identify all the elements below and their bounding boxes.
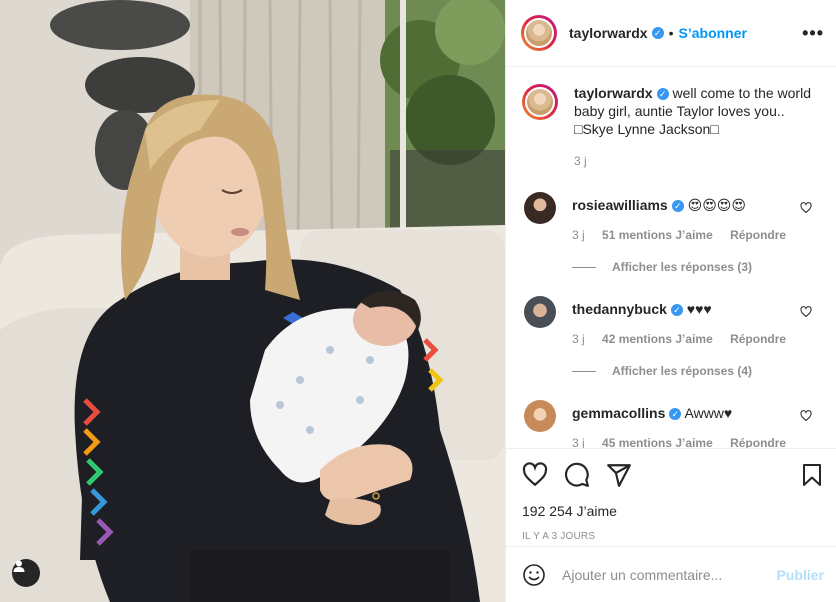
share-icon[interactable] xyxy=(606,462,632,488)
verified-badge-icon: ✓ xyxy=(651,27,664,39)
verified-badge-icon: ✓ xyxy=(671,200,684,212)
caption-username[interactable]: taylorwardx xyxy=(574,85,653,101)
post-photo[interactable] xyxy=(0,0,505,602)
verified-badge-icon: ✓ xyxy=(656,88,669,100)
view-replies-button[interactable]: Afficher les réponses (4) xyxy=(572,364,824,378)
comments-list[interactable]: taylorwardx ✓ well come to the world baby… xyxy=(506,67,836,448)
header-separator: • xyxy=(668,25,674,41)
smiley-icon[interactable] xyxy=(522,563,546,587)
comment-text: ♥♥♥ xyxy=(686,301,712,317)
reply-button[interactable]: Répondre xyxy=(730,436,786,448)
comment-text: Awww♥ xyxy=(684,405,733,421)
comment-heart-icon[interactable] xyxy=(800,410,812,422)
comment-likes[interactable]: 42 mentions J’aime xyxy=(602,332,713,346)
post-header: taylorwardx ✓ • S’abonner ••• xyxy=(506,0,836,67)
comment-likes[interactable]: 51 mentions J’aime xyxy=(602,228,713,242)
author-username[interactable]: taylorwardx xyxy=(569,25,648,41)
view-replies-label: Afficher les réponses (3) xyxy=(612,260,753,274)
commenter-username[interactable]: rosieawilliams xyxy=(572,197,668,213)
commenter-username[interactable]: thedannybuck xyxy=(572,301,667,317)
caption-time[interactable]: 3 j xyxy=(574,152,824,170)
commenter-avatar[interactable] xyxy=(524,192,556,224)
comment-time[interactable]: 3 j xyxy=(572,228,585,242)
caption: taylorwardx ✓ well come to the world baby… xyxy=(522,84,824,170)
comment-item: thedannybuck ✓ ♥♥♥ 3 j 42 mentions J’aime… xyxy=(522,296,824,378)
photo-illustration xyxy=(0,0,505,602)
publish-button[interactable]: Publier xyxy=(777,567,824,583)
likes-count[interactable]: 192 254 J’aime xyxy=(522,503,824,519)
reply-button[interactable]: Répondre xyxy=(730,228,786,242)
comment-icon[interactable] xyxy=(564,462,590,488)
caption-avatar[interactable] xyxy=(522,84,558,120)
view-replies-label: Afficher les réponses (4) xyxy=(612,364,753,378)
comment-heart-icon[interactable] xyxy=(800,202,812,214)
view-replies-button[interactable]: Afficher les réponses (3) xyxy=(572,260,824,274)
post-modal: taylorwardx ✓ • S’abonner ••• taylorward… xyxy=(0,0,836,602)
more-options-icon[interactable]: ••• xyxy=(802,23,824,44)
verified-badge-icon: ✓ xyxy=(669,408,682,420)
comment-time[interactable]: 3 j xyxy=(572,436,585,448)
post-actions: 192 254 J’aime IL Y A 3 JOURS xyxy=(506,448,836,542)
commenter-avatar[interactable] xyxy=(524,400,556,432)
reply-button[interactable]: Répondre xyxy=(730,332,786,346)
comment-input[interactable] xyxy=(560,565,777,584)
bookmark-icon[interactable] xyxy=(800,462,824,488)
post-side-panel: taylorwardx ✓ • S’abonner ••• taylorward… xyxy=(505,0,836,602)
commenter-username[interactable]: gemmacollins xyxy=(572,405,665,421)
comment-item: rosieawilliams ✓ 😍😍😍😍 3 j 51 mentions J’a… xyxy=(522,192,824,274)
follow-button[interactable]: S’abonner xyxy=(679,25,747,41)
comment-item: gemmacollins ✓ Awww♥ 3 j 45 mentions J’ai… xyxy=(522,400,824,448)
tagged-user-icon[interactable] xyxy=(12,559,40,587)
comment-likes[interactable]: 45 mentions J’aime xyxy=(602,436,713,448)
comment-text: 😍😍😍😍 xyxy=(687,197,746,213)
author-avatar[interactable] xyxy=(521,15,557,51)
heart-icon[interactable] xyxy=(522,462,548,488)
commenter-avatar[interactable] xyxy=(524,296,556,328)
comment-heart-icon[interactable] xyxy=(800,306,812,318)
comment-time[interactable]: 3 j xyxy=(572,332,585,346)
verified-badge-icon: ✓ xyxy=(670,304,683,316)
add-comment-bar: Publier xyxy=(506,546,836,602)
post-age[interactable]: IL Y A 3 JOURS xyxy=(522,531,824,542)
